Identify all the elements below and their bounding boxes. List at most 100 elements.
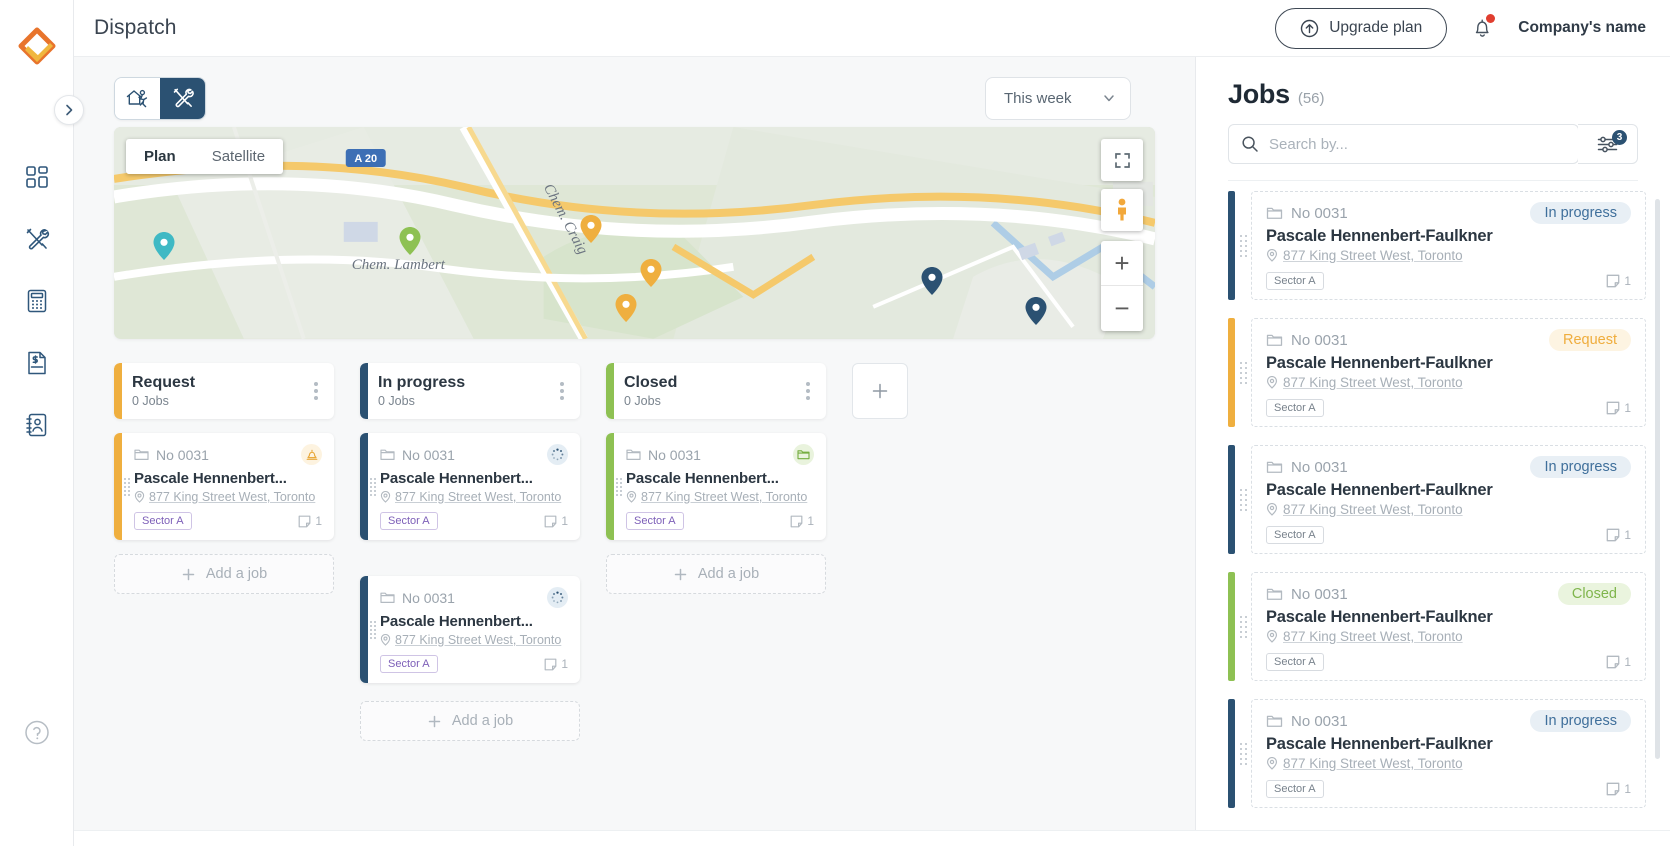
column-color-bar bbox=[606, 363, 614, 419]
spinner-icon bbox=[547, 444, 568, 465]
jobs-list[interactable]: No 0031 In progress Pascale Hennenbert-F… bbox=[1196, 181, 1670, 830]
list-item[interactable]: No 0031 In progress Pascale Hennenbert-F… bbox=[1228, 699, 1646, 808]
map-pin[interactable] bbox=[153, 232, 175, 260]
drag-handle-icon[interactable] bbox=[616, 477, 622, 496]
sidebar-item-dashboard[interactable] bbox=[15, 158, 59, 196]
drag-handle-icon[interactable] bbox=[1235, 191, 1251, 300]
status-badge: Request bbox=[1548, 329, 1631, 351]
map-type-plan[interactable]: Plan bbox=[126, 139, 194, 174]
list-item[interactable]: No 0031 In progress Pascale Hennenbert-F… bbox=[1228, 445, 1646, 554]
help-circle-icon[interactable] bbox=[23, 719, 50, 746]
list-item-number: No 0031 bbox=[1291, 331, 1348, 349]
list-item-number: No 0031 bbox=[1291, 585, 1348, 603]
card-address[interactable]: 877 King Street West, Toronto bbox=[149, 490, 315, 504]
drag-handle-icon[interactable] bbox=[124, 477, 130, 496]
upgrade-plan-button[interactable]: Upgrade plan bbox=[1275, 7, 1448, 49]
list-item-address[interactable]: 877 King Street West, Toronto bbox=[1283, 756, 1463, 771]
location-pin-icon bbox=[134, 491, 145, 503]
kanban-card[interactable]: No 0031 Pascale Hennenbert... 877 King S… bbox=[360, 433, 580, 540]
drag-handle-icon[interactable] bbox=[1235, 318, 1251, 427]
add-job-label: Add a job bbox=[451, 713, 514, 729]
dispatch-board-pane: This week Chem. Lambert Chem. Craig A 20… bbox=[74, 57, 1196, 830]
card-number: No 0031 bbox=[156, 446, 209, 463]
list-item[interactable]: No 0031 In progress Pascale Hennenbert-F… bbox=[1228, 191, 1646, 300]
map-view[interactable]: Chem. Lambert Chem. Craig A 20 Plan Sate… bbox=[114, 127, 1155, 339]
card-color-bar bbox=[606, 433, 614, 540]
list-item[interactable]: No 0031 Request Pascale Hennenbert-Faulk… bbox=[1228, 318, 1646, 427]
sidebar-item-estimates[interactable] bbox=[15, 282, 59, 320]
map-pin[interactable] bbox=[640, 259, 662, 287]
map-zoom-in-button[interactable]: + bbox=[1101, 241, 1143, 286]
map-zoom-controls: + − bbox=[1101, 241, 1143, 331]
list-item[interactable]: No 0031 Closed Pascale Hennenbert-Faulkn… bbox=[1228, 572, 1646, 681]
list-item-address[interactable]: 877 King Street West, Toronto bbox=[1283, 502, 1463, 517]
period-select[interactable]: This week bbox=[985, 76, 1131, 120]
notes-value: 1 bbox=[315, 514, 322, 528]
column-header[interactable]: Closed 0 Jobs bbox=[606, 363, 826, 419]
drag-handle-icon[interactable] bbox=[1235, 572, 1251, 681]
kanban-card[interactable]: No 0031 Pascale Hennenbert... 877 King S… bbox=[360, 576, 580, 683]
map-pin[interactable] bbox=[580, 215, 602, 243]
card-address[interactable]: 877 King Street West, Toronto bbox=[395, 633, 561, 647]
card-address[interactable]: 877 King Street West, Toronto bbox=[395, 490, 561, 504]
filter-button[interactable]: 3 bbox=[1578, 124, 1638, 164]
column-menu-button[interactable] bbox=[308, 376, 324, 406]
list-item-address[interactable]: 877 King Street West, Toronto bbox=[1283, 629, 1463, 644]
sidebar-item-invoices[interactable] bbox=[15, 344, 59, 382]
card-notes-count: 1 bbox=[790, 514, 814, 528]
add-column-button[interactable] bbox=[852, 363, 908, 419]
location-pin-icon bbox=[380, 491, 391, 503]
add-job-button[interactable]: Add a job bbox=[606, 554, 826, 594]
kanban-card[interactable]: No 0031 Pascale Hennenbert... 877 King S… bbox=[114, 433, 334, 540]
sidebar-item-jobs[interactable] bbox=[15, 220, 59, 258]
view-toggle-jobs-button[interactable] bbox=[160, 77, 205, 119]
street-view-pegman-icon[interactable] bbox=[1101, 189, 1143, 231]
kanban-column-in-progress: In progress 0 Jobs No 0031 Pascale Henne… bbox=[360, 363, 580, 741]
map-zoom-out-button[interactable]: − bbox=[1101, 286, 1143, 331]
column-header[interactable]: In progress 0 Jobs bbox=[360, 363, 580, 419]
column-menu-button[interactable] bbox=[800, 376, 816, 406]
sidebar-item-contacts[interactable] bbox=[15, 406, 59, 444]
sidebar-expand-button[interactable] bbox=[54, 95, 84, 125]
map-fullscreen-button[interactable] bbox=[1101, 139, 1143, 181]
search-input[interactable] bbox=[1269, 135, 1566, 153]
notes-value: 1 bbox=[561, 657, 568, 671]
card-notes-count: 1 bbox=[298, 514, 322, 528]
folder-icon bbox=[134, 448, 149, 461]
jobs-panel-header: Jobs (56) Search by... 3 bbox=[1196, 57, 1670, 164]
add-job-button[interactable]: Add a job bbox=[114, 554, 334, 594]
card-address[interactable]: 877 King Street West, Toronto bbox=[641, 490, 807, 504]
jobs-list-scrollbar[interactable] bbox=[1655, 199, 1660, 759]
add-job-button[interactable]: Add a job bbox=[360, 701, 580, 741]
notes-value: 1 bbox=[1624, 401, 1631, 415]
top-bar-actions: Upgrade plan Company's name bbox=[1275, 7, 1646, 49]
map-pin[interactable] bbox=[921, 267, 943, 295]
view-toggle-map-button[interactable] bbox=[115, 77, 160, 119]
column-menu-button[interactable] bbox=[554, 376, 570, 406]
top-bar: Dispatch Upgrade plan Company's name bbox=[74, 0, 1670, 57]
folder-icon bbox=[1266, 460, 1283, 474]
drag-handle-icon[interactable] bbox=[370, 477, 376, 496]
list-item-address[interactable]: 877 King Street West, Toronto bbox=[1283, 375, 1463, 390]
notification-bell-icon[interactable] bbox=[1469, 14, 1496, 42]
search-box[interactable] bbox=[1228, 124, 1579, 164]
drag-handle-icon[interactable] bbox=[1235, 699, 1251, 808]
kanban-card[interactable]: No 0031 Pascale Hennenbert... 877 King S… bbox=[606, 433, 826, 540]
brand-diamond-logo[interactable] bbox=[17, 26, 57, 66]
column-header[interactable]: Request 0 Jobs bbox=[114, 363, 334, 419]
map-pin[interactable] bbox=[1025, 297, 1047, 325]
map-pin[interactable] bbox=[399, 227, 421, 255]
list-item-customer-name: Pascale Hennenbert-Faulkner bbox=[1266, 227, 1493, 245]
view-toolbar: This week bbox=[74, 57, 1195, 121]
list-item-color-bar bbox=[1228, 445, 1235, 554]
drag-handle-icon[interactable] bbox=[370, 620, 376, 639]
drag-handle-icon[interactable] bbox=[1235, 445, 1251, 554]
card-number: No 0031 bbox=[402, 446, 455, 463]
company-name[interactable]: Company's name bbox=[1518, 19, 1646, 37]
status-badge: In progress bbox=[1530, 710, 1631, 732]
filter-count-badge: 3 bbox=[1612, 130, 1627, 145]
map-pin[interactable] bbox=[615, 294, 637, 322]
plus-icon bbox=[870, 381, 890, 401]
map-type-satellite[interactable]: Satellite bbox=[194, 139, 283, 174]
list-item-address[interactable]: 877 King Street West, Toronto bbox=[1283, 248, 1463, 263]
